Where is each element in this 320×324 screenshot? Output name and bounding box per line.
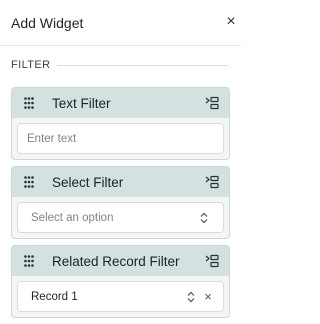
related-record-dropdown[interactable]: Record 1 × — [17, 281, 224, 312]
chevron-up-down-icon — [186, 291, 196, 303]
widget-card-related-record-filter[interactable]: Related Record Filter Record 1 × — [11, 245, 230, 318]
add-to-layout-icon[interactable] — [205, 254, 219, 268]
widget-card-header: Related Record Filter — [12, 246, 229, 276]
add-widget-panel: Add Widget × FILTER Text Filter Enter te… — [0, 0, 241, 324]
widget-card-text-filter[interactable]: Text Filter Enter text — [11, 87, 230, 160]
related-record-value: Record 1 — [31, 291, 78, 303]
widget-card-body: Select an option — [12, 197, 229, 238]
clear-icon[interactable]: × — [202, 290, 214, 304]
text-filter-input[interactable]: Enter text — [17, 123, 224, 154]
widget-title: Text Filter — [52, 96, 111, 111]
widget-title: Related Record Filter — [52, 254, 180, 269]
chevron-up-down-icon — [199, 212, 209, 224]
close-icon[interactable]: × — [224, 14, 238, 30]
section-divider — [57, 65, 228, 66]
widget-card-select-filter[interactable]: Select Filter Select an option — [11, 166, 230, 239]
add-to-layout-icon[interactable] — [205, 175, 219, 189]
widget-card-body: Record 1 × — [12, 276, 229, 317]
panel-header: Add Widget × — [0, 0, 241, 46]
add-to-layout-icon[interactable] — [205, 96, 219, 110]
drag-handle-icon[interactable] — [24, 176, 34, 188]
widget-card-body: Enter text — [12, 118, 229, 159]
select-filter-dropdown[interactable]: Select an option — [17, 202, 224, 233]
text-filter-placeholder: Enter text — [27, 133, 77, 145]
drag-handle-icon[interactable] — [24, 255, 34, 267]
widget-card-header: Text Filter — [12, 88, 229, 118]
widget-card-header: Select Filter — [12, 167, 229, 197]
widget-title: Select Filter — [52, 175, 124, 190]
select-filter-placeholder: Select an option — [31, 212, 114, 224]
section-label: FILTER — [11, 59, 51, 71]
drag-handle-icon[interactable] — [24, 97, 34, 109]
panel-title: Add Widget — [11, 15, 84, 31]
